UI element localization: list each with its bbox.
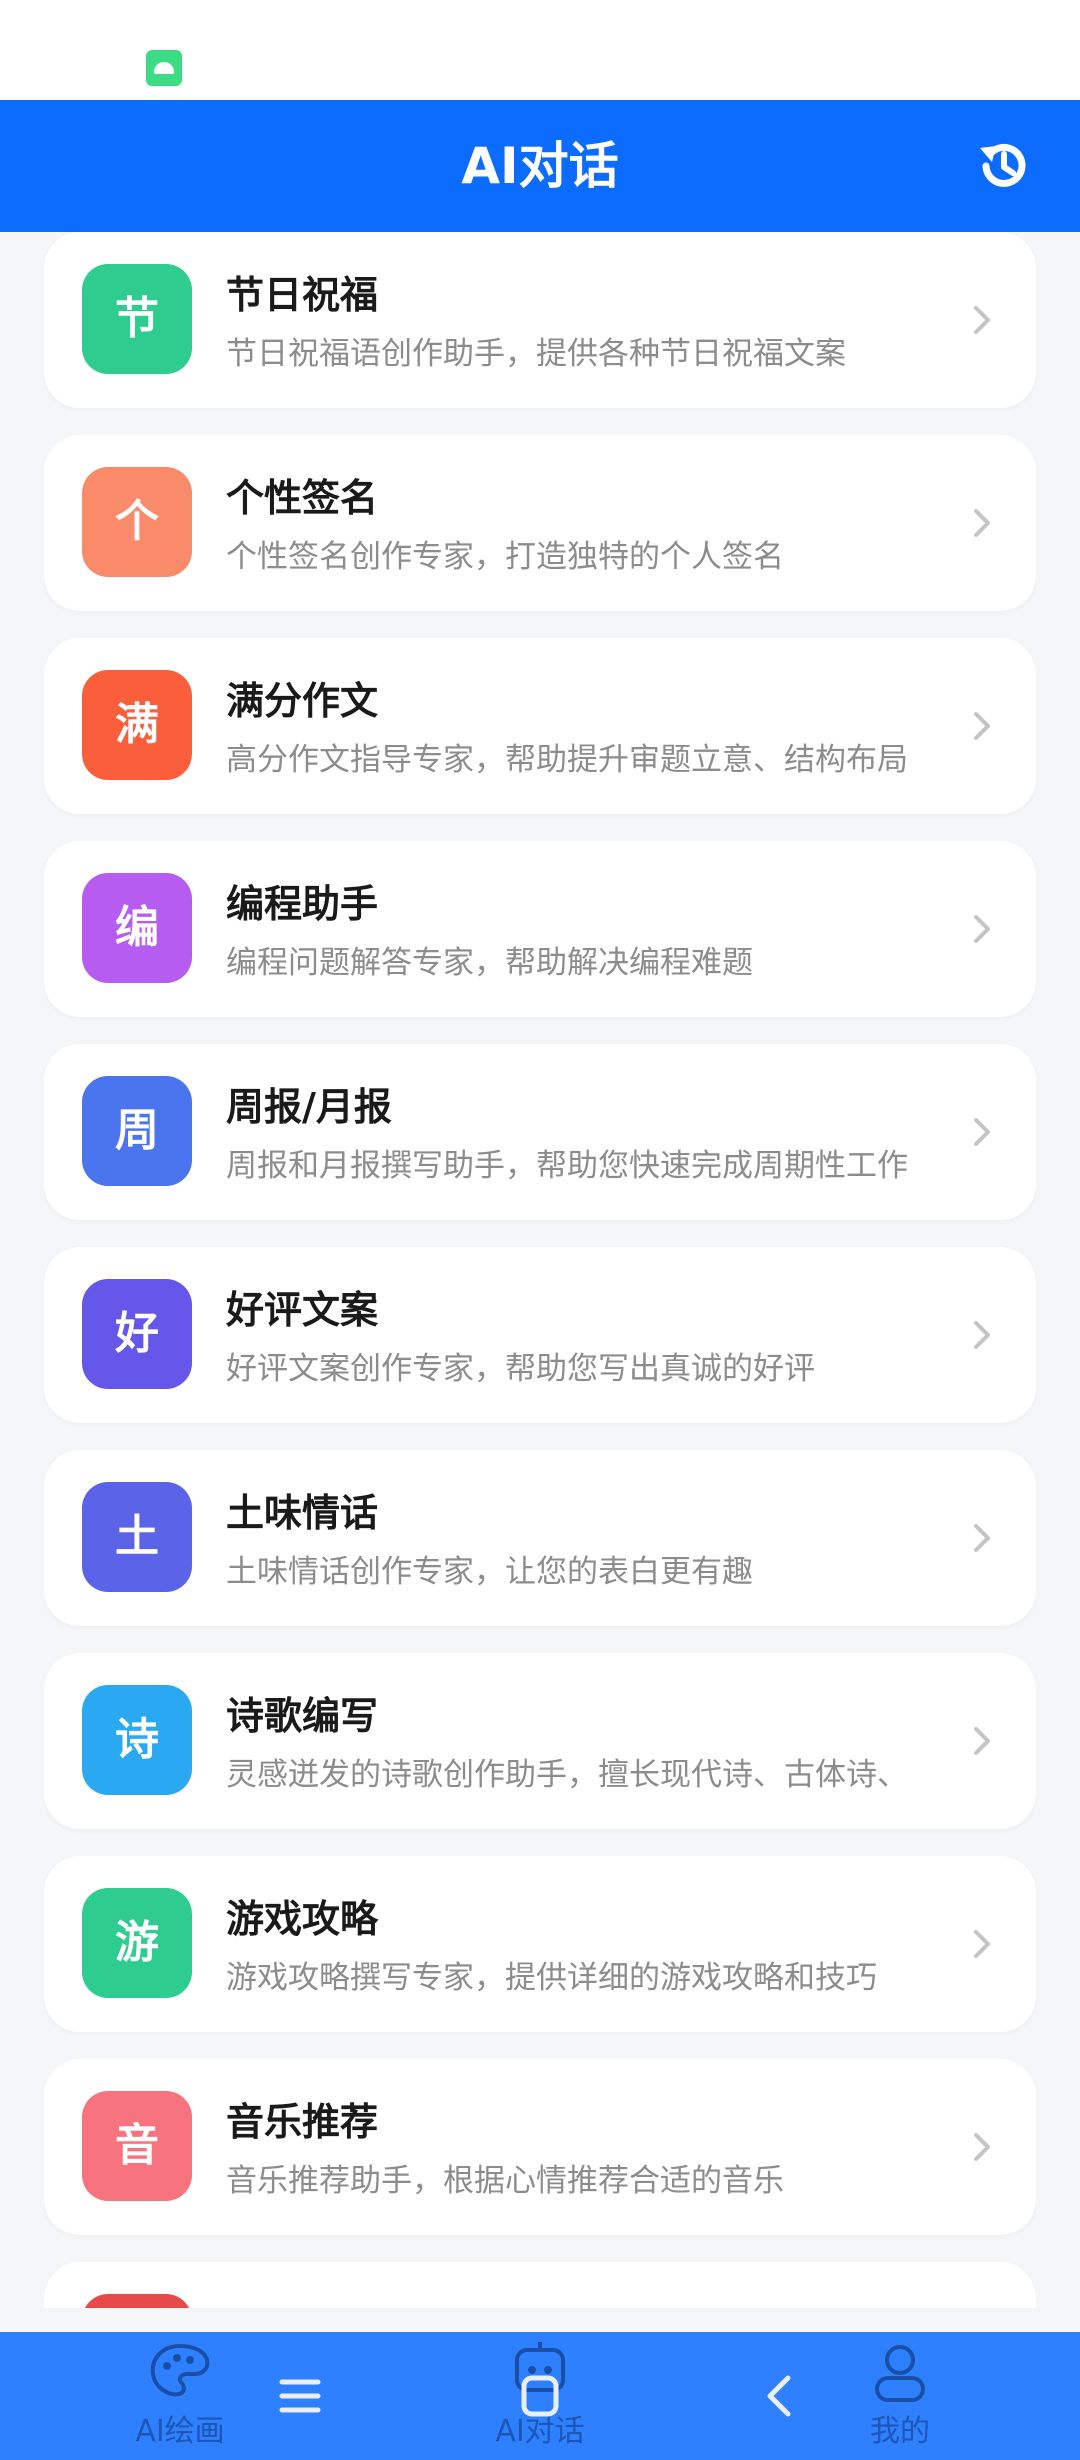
back-icon[interactable] [750,2340,810,2460]
assistant-description: 好评文案创作专家，帮助您写出真诚的好评 [226,1351,815,1387]
assistant-name: 音乐推荐 [226,2100,379,2144]
assistant-card[interactable]: 诗诗歌编写灵感迸发的诗歌创作助手，擅长现代诗、古体诗、 [44,1653,1036,1829]
assistant-card[interactable]: 周周报/月报周报和月报撰写助手，帮助您快速完成周期性工作 [44,1044,1036,1220]
assistant-card[interactable]: 满满分作文高分作文指导专家，帮助提升审题立意、结构布局 [44,638,1036,814]
history-icon[interactable] [972,134,1036,198]
assistant-badge: 好 [82,1279,192,1389]
assistant-description: 节日祝福语创作助手，提供各种节日祝福文案 [226,336,846,372]
chevron-right-icon [974,1321,990,1349]
assistant-badge: 音 [82,2091,192,2201]
menu-icon[interactable] [270,2340,330,2460]
assistant-description: 游戏攻略撰写专家，提供详细的游戏攻略和技巧 [226,1960,877,1996]
assistant-card[interactable]: 个个性签名个性签名创作专家，打造独特的个人签名 [44,435,1036,611]
chevron-right-icon [974,2133,990,2161]
assistant-description: 编程问题解答专家，帮助解决编程难题 [226,945,753,981]
assistant-name: 满分作文 [226,679,379,723]
assistant-name: 土味情话 [226,1491,379,1535]
chevron-right-icon [974,1524,990,1552]
assistant-name: 个性签名 [226,476,379,520]
app-bar: AI对话 [0,100,1080,232]
page-title: AI对话 [461,137,619,195]
home-icon[interactable] [510,2340,570,2460]
assistant-badge: 诗 [82,1685,192,1795]
assistant-name: 好评文案 [226,1288,379,1332]
chevron-right-icon [974,712,990,740]
chevron-right-icon [974,509,990,537]
assistant-card[interactable]: 节节日祝福节日祝福语创作助手，提供各种节日祝福文案 [44,232,1036,408]
assistant-card[interactable]: 游游戏攻略游戏攻略撰写专家，提供详细的游戏攻略和技巧 [44,1856,1036,2032]
assistant-description: 周报和月报撰写助手，帮助您快速完成周期性工作 [226,1148,908,1184]
assistant-name: 节日祝福 [226,273,379,317]
assistant-name: 游戏攻略 [226,1897,379,1941]
android-icon [146,50,182,86]
status-bar [0,0,1080,100]
palette-icon [150,2343,210,2397]
assistant-badge: 编 [82,873,192,983]
assistant-card[interactable]: 音音乐推荐音乐推荐助手，根据心情推荐合适的音乐 [44,2059,1036,2235]
assistant-description: 个性签名创作专家，打造独特的个人签名 [226,539,784,575]
tab-label: 我的 [870,2414,930,2449]
assistant-card[interactable]: 好好评文案好评文案创作专家，帮助您写出真诚的好评 [44,1247,1036,1423]
chevron-right-icon [974,306,990,334]
assistant-badge [82,2294,192,2308]
chevron-right-icon [974,1118,990,1146]
assistant-name: 诗歌编写 [226,1694,379,1738]
assistant-card[interactable]: 编编程助手编程问题解答专家，帮助解决编程难题 [44,841,1036,1017]
assistant-description: 音乐推荐助手，根据心情推荐合适的音乐 [226,2163,784,2199]
assistant-badge: 节 [82,264,192,374]
assistant-list: 节节日祝福节日祝福语创作助手，提供各种节日祝福文案个个性签名个性签名创作专家，打… [44,232,1036,2308]
tab-mine[interactable]: 我的 [830,2332,970,2460]
assistant-badge: 游 [82,1888,192,1998]
assistant-card[interactable]: 土土味情话土味情话创作专家，让您的表白更有趣 [44,1450,1036,1626]
assistant-badge: 土 [82,1482,192,1592]
assistant-badge: 满 [82,670,192,780]
tab-ai-drawing[interactable]: AI绘画 [110,2332,250,2460]
assistant-badge: 个 [82,467,192,577]
chevron-right-icon [974,1727,990,1755]
chevron-right-icon [974,915,990,943]
assistant-description: 灵感迸发的诗歌创作助手，擅长现代诗、古体诗、 [226,1757,908,1793]
assistant-description: 土味情话创作专家，让您的表白更有趣 [226,1554,753,1590]
assistant-name: 编程助手 [226,882,379,926]
chevron-right-icon [974,1930,990,1958]
tab-label: AI绘画 [135,2414,225,2449]
assistant-description: 高分作文指导专家，帮助提升审题立意、结构布局 [226,742,908,778]
assistant-name: 周报/月报 [226,1085,392,1129]
assistant-badge: 周 [82,1076,192,1186]
assistant-card[interactable] [44,2262,1036,2308]
user-icon [875,2345,925,2402]
